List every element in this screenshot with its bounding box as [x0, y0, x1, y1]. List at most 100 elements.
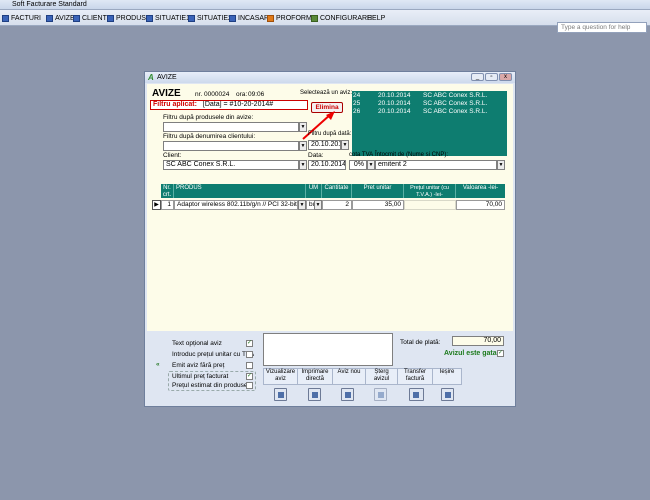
client-dropdown[interactable]: ▼: [299, 160, 307, 170]
menu-item-facturi[interactable]: FACTURI: [2, 13, 41, 23]
aviz-list[interactable]: 24 20.10.2014 SC ABC Conex S.R.L. 25 20.10.…: [352, 91, 507, 156]
row-selector-icon[interactable]: ▶: [152, 200, 161, 210]
menu-item-incasari[interactable]: INCASARI: [229, 13, 271, 23]
proforma-icon: [267, 14, 274, 22]
filter-date-label: Filtru după dată:: [308, 131, 352, 137]
new-doc-icon[interactable]: [341, 388, 354, 401]
col-produs-header: PRODUS: [174, 184, 306, 198]
menu-item-avize[interactable]: AVIZE: [46, 13, 75, 23]
option-label: Text opțional aviz: [172, 340, 222, 347]
iesire-button[interactable]: Ieșire: [432, 368, 462, 385]
report-icon: [188, 14, 195, 22]
produs-dropdown[interactable]: ▼: [298, 200, 306, 210]
payments-icon: [229, 14, 236, 22]
aviz-nr-value: 0000024: [204, 91, 230, 98]
filter-client-dropdown[interactable]: ▼: [299, 141, 307, 151]
preview-icon[interactable]: [274, 388, 287, 401]
um-dropdown[interactable]: ▼: [314, 200, 322, 210]
menu-item-produse[interactable]: PRODUSE: [107, 13, 151, 23]
menu-item-situatie1[interactable]: SITUATIE1: [146, 13, 190, 23]
menu-item-configurare[interactable]: CONFIGURARE: [311, 13, 372, 23]
status-text: Avizul este gata: [444, 350, 497, 357]
intocmit-field[interactable]: emitent 2: [375, 160, 497, 170]
col-valoare-header: Valoarea -lei-: [462, 185, 499, 191]
filter-date-input[interactable]: 20.10.2014: [308, 140, 341, 150]
filter-date-dropdown[interactable]: ▼: [341, 140, 349, 150]
list-item[interactable]: 26 20.10.2014 SC ABC Conex S.R.L.: [352, 108, 503, 116]
window-titlebar: A AVIZE _ ▫ x: [145, 72, 515, 83]
total-value: 70,00: [452, 336, 504, 346]
menu-item-situatie2[interactable]: SITUATIE2: [188, 13, 232, 23]
option-text-optional-checkbox[interactable]: ✓: [246, 340, 253, 347]
menu-bar: FACTURI AVIZE CLIENTI PRODUSE SITUATIE1 …: [0, 10, 650, 33]
printer-icon[interactable]: [308, 388, 321, 401]
select-aviz-label: Selectează un aviz:: [300, 90, 353, 96]
menu-item-proforme[interactable]: PROFORME: [267, 13, 316, 23]
filter-products-dropdown[interactable]: ▼: [299, 122, 307, 132]
cota-tva-field[interactable]: 0%: [349, 160, 367, 170]
maximize-button[interactable]: ▫: [485, 73, 498, 81]
client-field[interactable]: SC ABC Conex S.R.L.: [163, 160, 299, 170]
invoice-icon: [2, 14, 9, 22]
settings-icon: [311, 14, 318, 22]
cota-tva-dropdown[interactable]: ▼: [367, 160, 375, 170]
col-pret-tva-header: Prețul unitar (cu T.V.A.) -lei-: [404, 184, 456, 198]
col-cantitate-header: Cantitate: [322, 184, 352, 198]
cell-pret[interactable]: 35,00: [352, 200, 404, 210]
report-icon: [146, 14, 153, 22]
list-item[interactable]: 25 20.10.2014 SC ABC Conex S.R.L.: [352, 100, 503, 108]
app-title: Soft Facturare Standard: [12, 1, 87, 8]
intocmit-label: Întocmit de (Nume si CNP):: [375, 152, 449, 158]
list-item[interactable]: 24 20.10.2014 SC ABC Conex S.R.L.: [352, 92, 503, 100]
aviz-heading: AVIZE: [152, 88, 181, 99]
aviz-nou-button[interactable]: Aviz nou: [332, 368, 366, 385]
option-pret-tva-checkbox[interactable]: [246, 351, 253, 358]
products-grid-header: Nr. crt. PRODUS UM Cantitate Pret unitar…: [161, 184, 505, 198]
transfer-factura-button[interactable]: Transfer factură: [397, 368, 433, 385]
cota-tva-label: cota TVA: [349, 152, 374, 158]
data-field[interactable]: 20.10.2014: [308, 160, 346, 170]
minimize-button[interactable]: _: [471, 73, 484, 81]
option-pret-estimat-checkbox[interactable]: [246, 382, 253, 389]
clients-icon: [73, 14, 80, 22]
app-titlebar: Soft Facturare Standard: [0, 0, 650, 10]
filter-products-input[interactable]: [163, 122, 299, 132]
col-um-header: UM: [306, 184, 322, 198]
close-button[interactable]: x: [499, 73, 512, 81]
col-pret-header: Pret unitar: [352, 184, 404, 198]
help-search-input[interactable]: Type a question for help: [557, 22, 647, 33]
avize-icon: [46, 14, 53, 22]
filter-products-label: Filtru după produsele din avize:: [163, 114, 254, 121]
delete-icon[interactable]: [374, 388, 387, 401]
cell-cantitate[interactable]: 2: [322, 200, 352, 210]
aviz-ora-label: ora:: [236, 91, 248, 98]
intocmit-dropdown[interactable]: ▼: [497, 160, 505, 170]
option-label: Ultimul preț facturat: [172, 373, 229, 380]
footer-panel: Text opțional aviz ✓ Introduc prețul uni…: [147, 331, 513, 406]
cell-valoare: 70,00: [456, 200, 505, 210]
col-nr-header: Nr. crt.: [161, 184, 174, 198]
collapse-chevron-icon[interactable]: «: [156, 361, 160, 368]
menu-item-help[interactable]: HELP: [367, 13, 385, 23]
optional-text-area[interactable]: [263, 333, 393, 366]
imprimare-directa-button[interactable]: Imprimare directă: [297, 368, 333, 385]
option-label: Prețul estimat din produse: [172, 382, 248, 389]
cell-produs[interactable]: Adaptor wireless 802.11b/g/n // PCI 32-b…: [174, 200, 298, 210]
vizualizare-aviz-button[interactable]: Vizualizare aviz: [263, 368, 298, 385]
table-row[interactable]: 1 Adaptor wireless 802.11b/g/n // PCI 32…: [161, 200, 505, 210]
exit-icon[interactable]: [441, 388, 454, 401]
option-label: Introduc prețul unitar cu TVA: [172, 351, 255, 358]
aviz-ora-value: 09:06: [248, 91, 265, 98]
filter-client-input[interactable]: [163, 141, 299, 151]
avize-window: A AVIZE _ ▫ x AVIZE nr. 0000024 ora: 09:…: [144, 71, 516, 407]
window-body: AVIZE nr. 0000024 ora: 09:06 Selectează …: [147, 84, 513, 406]
sterg-avizul-button[interactable]: Șterg avizul: [365, 368, 398, 385]
option-ultimul-pret-checkbox[interactable]: ✓: [246, 373, 253, 380]
option-label: Emit aviz fără preț: [172, 362, 225, 369]
aviz-nr-label: nr.: [195, 91, 203, 98]
menu-item-clienti[interactable]: CLIENTI: [73, 13, 109, 23]
app-logo-icon: A: [148, 73, 154, 82]
filter-client-label: Filtru după denumirea clientului:: [163, 133, 256, 140]
option-fara-pret-checkbox[interactable]: [246, 362, 253, 369]
transfer-icon[interactable]: [409, 388, 424, 401]
